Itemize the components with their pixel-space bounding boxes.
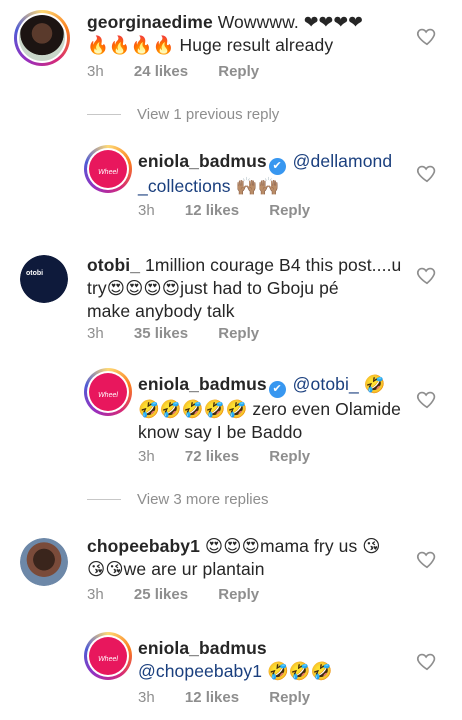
heart-icon[interactable] xyxy=(416,25,438,47)
username-link[interactable]: chopeebaby1 xyxy=(87,536,200,556)
avatar-otobi[interactable]: otobi xyxy=(20,255,68,303)
mention-link[interactable]: @otobi_ xyxy=(293,374,359,394)
timestamp: 3h xyxy=(138,448,155,465)
comment-meta: 3h 12 likes Reply xyxy=(138,689,336,706)
heart-icon[interactable] xyxy=(416,548,438,570)
comment-text: otobi_ 1million courage B4 this post....… xyxy=(87,255,402,321)
divider xyxy=(87,499,121,500)
mention-link[interactable]: _collections xyxy=(138,176,231,196)
likes-count[interactable]: 25 likes xyxy=(134,586,188,603)
comment-meta: 3h 24 likes Reply xyxy=(87,63,285,80)
mention-link[interactable]: @chopeebaby1 xyxy=(138,661,262,681)
comment-text: eniola_badmus ✔ @otobi_ 🤣 🤣🤣🤣🤣🤣 zero even… xyxy=(138,374,401,442)
comment-meta: 3h 25 likes Reply xyxy=(87,586,285,603)
heart-icon[interactable] xyxy=(416,650,438,672)
timestamp: 3h xyxy=(138,202,155,219)
view-previous-replies-button[interactable]: View 1 previous reply xyxy=(87,106,279,123)
reply-button[interactable]: Reply xyxy=(218,586,259,603)
divider xyxy=(87,114,121,115)
timestamp: 3h xyxy=(87,63,104,80)
avatar-chopeebaby1[interactable] xyxy=(20,538,68,586)
comment-meta: 3h 12 likes Reply xyxy=(138,202,336,219)
comment-meta: 3h 72 likes Reply xyxy=(138,448,336,465)
comment-text: eniola_badmus @chopeebaby1 🤣🤣🤣 xyxy=(138,638,333,681)
avatar-eniola-badmus[interactable]: Wheel xyxy=(84,145,132,193)
username-link[interactable]: georginaedime xyxy=(87,12,213,32)
verified-badge-icon: ✔ xyxy=(268,381,286,398)
likes-count[interactable]: 12 likes xyxy=(185,689,239,706)
likes-count[interactable]: 24 likes xyxy=(134,63,188,80)
username-link[interactable]: eniola_badmus xyxy=(138,151,267,171)
username-link[interactable]: eniola_badmus xyxy=(138,638,267,658)
reply-button[interactable]: Reply xyxy=(218,325,259,342)
likes-count[interactable]: 72 likes xyxy=(185,448,239,465)
heart-icon[interactable] xyxy=(416,388,438,410)
verified-badge-icon: ✔ xyxy=(268,158,286,175)
timestamp: 3h xyxy=(138,689,155,706)
heart-icon[interactable] xyxy=(416,162,438,184)
reply-button[interactable]: Reply xyxy=(269,689,310,706)
comment-text: chopeebaby1 😍😍😍mama fry us 😘 😘😘we are ur… xyxy=(87,536,381,579)
avatar-eniola-badmus[interactable]: Wheel xyxy=(84,368,132,416)
username-link[interactable]: eniola_badmus xyxy=(138,374,267,394)
likes-count[interactable]: 35 likes xyxy=(134,325,188,342)
reply-button[interactable]: Reply xyxy=(269,202,310,219)
mention-link[interactable]: @dellamond xyxy=(293,151,393,171)
comment-text: georginaedime Wowwww. ❤❤❤❤ 🔥🔥🔥🔥 Huge res… xyxy=(87,12,363,55)
likes-count[interactable]: 12 likes xyxy=(185,202,239,219)
comment-meta: 3h 35 likes Reply xyxy=(87,325,285,342)
heart-icon[interactable] xyxy=(416,264,438,286)
timestamp: 3h xyxy=(87,325,104,342)
view-more-replies-button[interactable]: View 3 more replies xyxy=(87,491,268,508)
avatar-eniola-badmus[interactable]: Wheel xyxy=(84,632,132,680)
username-link[interactable]: otobi_ xyxy=(87,255,140,275)
reply-button[interactable]: Reply xyxy=(218,63,259,80)
avatar-georginaedime[interactable] xyxy=(14,10,70,66)
comment-text: eniola_badmus ✔ @dellamond _collections 🙌… xyxy=(138,151,393,196)
timestamp: 3h xyxy=(87,586,104,603)
reply-button[interactable]: Reply xyxy=(269,448,310,465)
